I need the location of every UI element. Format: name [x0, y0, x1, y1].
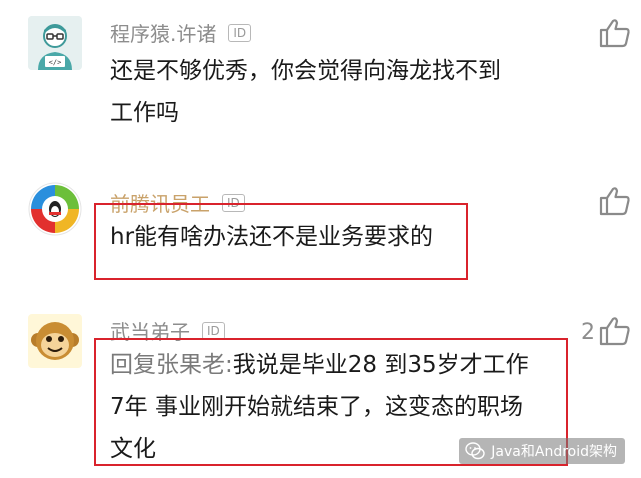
highlight-box — [94, 203, 468, 280]
thumbs-up-icon[interactable] — [599, 316, 631, 346]
avatar-monkey-icon[interactable] — [28, 314, 82, 368]
watermark: Java和Android架构 — [459, 438, 625, 464]
svg-text:</>: </> — [49, 59, 62, 67]
id-badge: ID — [228, 23, 252, 42]
thumbs-up-icon[interactable] — [599, 186, 631, 216]
comment-line: 工作吗 — [110, 100, 179, 126]
wechat-icon — [465, 442, 485, 460]
watermark-text: Java和Android架构 — [491, 444, 617, 460]
comment-1: </> 程序猿.许诸 ID 还是不够优秀，你会觉得向海龙找不到 工作吗 — [0, 0, 641, 160]
comment-2: 前腾讯员工 ID hr能有啥办法还不是业务要求的 — [0, 160, 641, 300]
like-count: 2 — [581, 320, 595, 345]
id-badge: ID — [202, 321, 225, 340]
comment-line: 还是不够优秀，你会觉得向海龙找不到 — [110, 58, 501, 84]
username[interactable]: 程序猿.许诸 — [110, 18, 216, 47]
avatar-qq-logo[interactable] — [28, 182, 82, 236]
avatar-programmer-icon[interactable]: </> — [28, 16, 82, 70]
comment-text: 还是不够优秀，你会觉得向海龙找不到 工作吗 — [110, 50, 501, 134]
comment-header: 程序猿.许诸 ID — [110, 18, 252, 47]
thumbs-up-icon[interactable] — [599, 18, 631, 48]
